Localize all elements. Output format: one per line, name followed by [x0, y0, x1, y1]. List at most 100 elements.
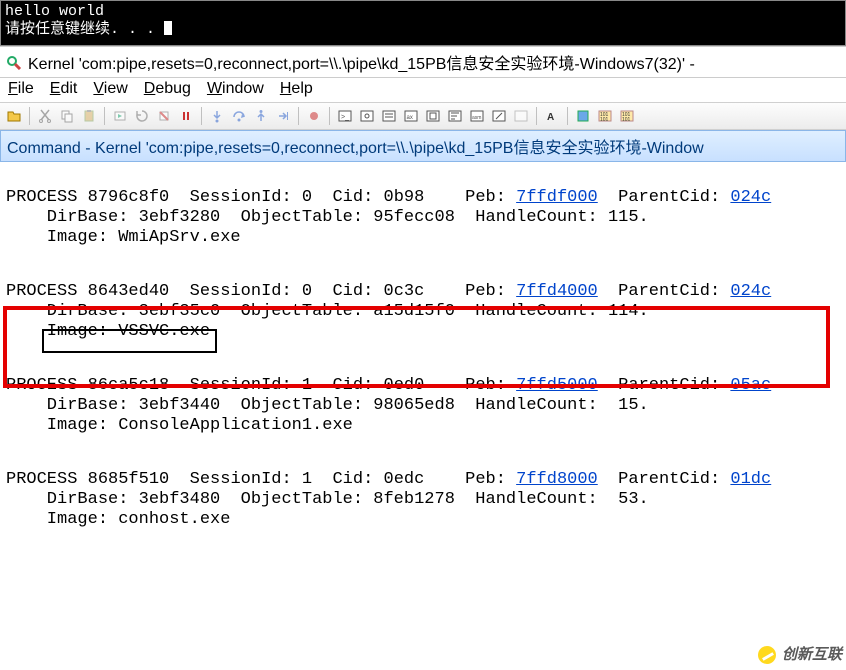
copy-icon[interactable] — [57, 106, 77, 126]
objtab-value: a15d15f0 — [373, 302, 455, 321]
step-over-icon[interactable] — [229, 106, 249, 126]
menu-file[interactable]: File — [8, 80, 34, 98]
handlecount-value: 115 — [608, 208, 639, 227]
source-mode-icon[interactable]: 101101 — [595, 106, 615, 126]
process-entry: PROCESS 86ca5c18 SessionId: 1 Cid: 0ed0 … — [6, 376, 840, 436]
objtab-value: 8feb1278 — [373, 490, 455, 509]
process-addr: 8643ed40 — [88, 282, 170, 301]
restart-icon[interactable] — [132, 106, 152, 126]
console-output: hello world 请按任意键继续. . . — [0, 0, 846, 46]
command-window-title: Command - Kernel 'com:pipe,resets=0,reco… — [0, 130, 846, 162]
watermark-text: 创新互联 — [782, 645, 842, 665]
menu-view[interactable]: View — [93, 80, 127, 98]
process-cid: 0b98 — [384, 188, 425, 207]
breakpoint-icon[interactable] — [304, 106, 324, 126]
dirbase-value: 3ebf3440 — [139, 396, 221, 415]
watermark-icon — [756, 644, 778, 666]
stop-debug-icon[interactable] — [154, 106, 174, 126]
process-session: 0 — [302, 188, 312, 207]
toolbar-separator — [567, 107, 568, 125]
options-icon[interactable] — [573, 106, 593, 126]
source-window-icon[interactable] — [511, 106, 531, 126]
peb-link[interactable]: 7ffd8000 — [516, 470, 598, 489]
dirbase-value: 3ebf3280 — [139, 208, 221, 227]
step-into-icon[interactable] — [207, 106, 227, 126]
menu-edit[interactable]: Edit — [50, 80, 78, 98]
paste-icon[interactable] — [79, 106, 99, 126]
svg-text:>_: >_ — [341, 114, 349, 121]
console-line2: 请按任意键继续. . . — [5, 21, 164, 38]
image-name: WmiApSrv.exe — [118, 228, 240, 247]
locals-window-icon[interactable] — [379, 106, 399, 126]
menu-help[interactable]: Help — [280, 80, 313, 98]
svg-text:101: 101 — [622, 117, 631, 123]
cmd-title-text: Command - Kernel 'com:pipe,resets=0,reco… — [7, 140, 704, 157]
peb-link[interactable]: 7ffdf000 — [516, 188, 598, 207]
parentcid-link[interactable]: 05ac — [730, 376, 771, 395]
command-window-icon[interactable]: >_ — [335, 106, 355, 126]
process-cid: 0edc — [384, 470, 425, 489]
menu-bar: File Edit View Debug Window Help — [0, 78, 846, 102]
process-session: 0 — [302, 282, 312, 301]
objtab-value: 98065ed8 — [373, 396, 455, 415]
svg-text:A: A — [547, 112, 554, 123]
watch-window-icon[interactable] — [357, 106, 377, 126]
peb-link[interactable]: 7ffd5000 — [516, 376, 598, 395]
process-addr: 8685f510 — [88, 470, 170, 489]
cut-icon[interactable] — [35, 106, 55, 126]
command-output-pane[interactable]: PROCESS 8796c8f0 SessionId: 0 Cid: 0b98 … — [0, 162, 846, 670]
console-line1: hello world — [5, 3, 104, 20]
toolbar: >_ ax asm A 101101 101101 — [0, 102, 846, 130]
break-icon[interactable] — [176, 106, 196, 126]
menu-debug[interactable]: Debug — [144, 80, 191, 98]
handlecount-value: 114 — [608, 302, 639, 321]
toolbar-separator — [329, 107, 330, 125]
process-entry: PROCESS 8643ed40 SessionId: 0 Cid: 0c3c … — [6, 282, 840, 342]
asm-mode-icon[interactable]: 101101 — [617, 106, 637, 126]
memory-window-icon[interactable] — [423, 106, 443, 126]
disasm-window-icon[interactable]: asm — [467, 106, 487, 126]
objtab-value: 95fecc08 — [373, 208, 455, 227]
process-addr: 8796c8f0 — [88, 188, 170, 207]
toolbar-separator — [201, 107, 202, 125]
svg-text:asm: asm — [472, 115, 481, 121]
svg-text:ax: ax — [407, 115, 413, 121]
watermark: 创新互联 — [756, 644, 842, 666]
process-addr: 86ca5c18 — [88, 376, 170, 395]
process-session: 1 — [302, 376, 312, 395]
parentcid-link[interactable]: 01dc — [730, 470, 771, 489]
toolbar-separator — [104, 107, 105, 125]
image-name: VSSVC.exe — [118, 322, 210, 341]
windbg-app-icon — [6, 54, 22, 70]
parentcid-link[interactable]: 024c — [730, 188, 771, 207]
run-to-cursor-icon[interactable] — [273, 106, 293, 126]
open-icon[interactable] — [4, 106, 24, 126]
process-entry: PROCESS 8685f510 SessionId: 1 Cid: 0edc … — [6, 470, 840, 530]
toolbar-separator — [29, 107, 30, 125]
toolbar-separator — [536, 107, 537, 125]
process-cid: 0ed0 — [384, 376, 425, 395]
go-icon[interactable] — [110, 106, 130, 126]
windbg-title-bar: Kernel 'com:pipe,resets=0,reconnect,port… — [0, 46, 846, 78]
font-icon[interactable]: A — [542, 106, 562, 126]
process-entry: PROCESS 8796c8f0 SessionId: 0 Cid: 0b98 … — [6, 188, 840, 248]
scratch-window-icon[interactable] — [489, 106, 509, 126]
dirbase-value: 3ebf3480 — [139, 490, 221, 509]
console-cursor — [164, 21, 172, 35]
handlecount-value: 53 — [618, 490, 638, 509]
image-name: conhost.exe — [118, 510, 230, 529]
step-out-icon[interactable] — [251, 106, 271, 126]
handlecount-value: 15 — [618, 396, 638, 415]
callstack-window-icon[interactable] — [445, 106, 465, 126]
windbg-title-text: Kernel 'com:pipe,resets=0,reconnect,port… — [28, 50, 695, 74]
dirbase-value: 3ebf35c0 — [139, 302, 221, 321]
menu-window[interactable]: Window — [207, 80, 264, 98]
peb-link[interactable]: 7ffd4000 — [516, 282, 598, 301]
parentcid-link[interactable]: 024c — [730, 282, 771, 301]
process-session: 1 — [302, 470, 312, 489]
image-name: ConsoleApplication1.exe — [118, 416, 353, 435]
process-cid: 0c3c — [384, 282, 425, 301]
svg-text:101: 101 — [600, 117, 609, 123]
registers-window-icon[interactable]: ax — [401, 106, 421, 126]
toolbar-separator — [298, 107, 299, 125]
